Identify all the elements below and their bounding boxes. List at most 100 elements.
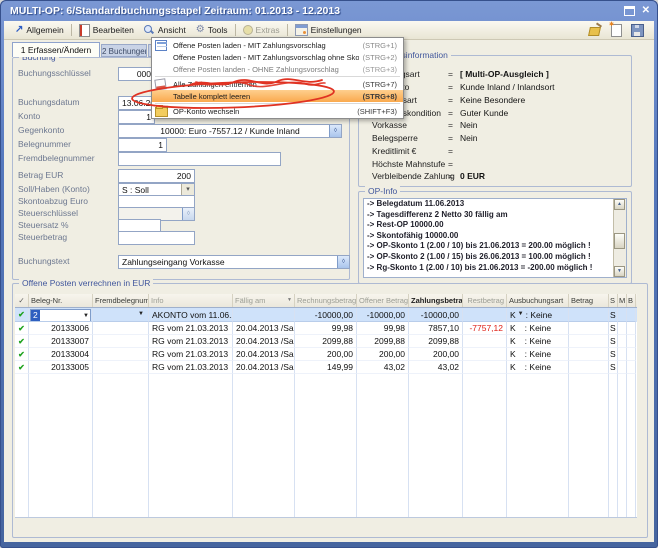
- sort-desc-icon[interactable]: ▼: [287, 294, 292, 307]
- cell-ausbuchungsart[interactable]: K▼: Keine: [507, 308, 569, 322]
- menu-item-op-konto-wechseln[interactable]: OP-Konto wechseln (SHIFT+F3): [152, 105, 403, 117]
- restore-icon[interactable]: [624, 6, 635, 16]
- cell-restbetrag[interactable]: -7757,12: [463, 322, 507, 335]
- cell-rechnungsbetrag[interactable]: 200,00: [295, 348, 357, 361]
- cell-s[interactable]: S: [609, 322, 618, 335]
- buchungsschluessel-field[interactable]: 000: [118, 67, 155, 81]
- cell-zahlungsbetrag[interactable]: -10000,00: [409, 308, 463, 322]
- table-row[interactable]: ✔ 20133007 RG vom 21.03.2013 20.04.2013 …: [15, 335, 637, 348]
- cell-offener-betrag[interactable]: -10000,00: [357, 308, 409, 322]
- cell-fremdbeleg[interactable]: [93, 361, 149, 374]
- menu-item-op-laden-ohne-skonto[interactable]: Offene Posten laden - MIT Zahlungsvorsch…: [152, 51, 403, 63]
- column-header-b[interactable]: B: [627, 294, 636, 307]
- cell-restbetrag[interactable]: [463, 348, 507, 361]
- menu-item-op-laden-mit[interactable]: Offene Posten laden - MIT Zahlungsvorsch…: [152, 39, 403, 51]
- cell-offener-betrag[interactable]: 43,02: [357, 361, 409, 374]
- cell-zahlungsbetrag[interactable]: 43,02: [409, 361, 463, 374]
- cell-m[interactable]: [618, 335, 627, 348]
- new-document-icon[interactable]: ✱: [611, 24, 622, 37]
- cell-offener-betrag[interactable]: 200,00: [357, 348, 409, 361]
- cell-b[interactable]: [627, 322, 636, 335]
- cell-restbetrag[interactable]: [463, 308, 507, 322]
- cell-info[interactable]: RG vom 21.03.2013: [149, 361, 233, 374]
- cell-beleg-editor[interactable]: 2▼: [29, 308, 93, 322]
- title-bar[interactable]: MULTI-OP: 6/Standardbuchungsstapel Zeitr…: [6, 2, 652, 20]
- column-header-offener-betrag[interactable]: Offener Betrag: [357, 294, 409, 307]
- cell-s[interactable]: S: [609, 361, 618, 374]
- menu-allgemein[interactable]: ↗ Allgemein: [10, 24, 69, 36]
- buchungstext-combo[interactable]: Zahlungseingang Vorkasse ◊: [118, 255, 350, 269]
- menu-ansicht[interactable]: Ansicht: [139, 24, 191, 37]
- betrag-field[interactable]: 200: [118, 169, 195, 183]
- cell-rechnungsbetrag[interactable]: 149,99: [295, 361, 357, 374]
- cell-fremdbeleg[interactable]: [93, 348, 149, 361]
- menu-item-tabelle-leeren[interactable]: Tabelle komplett leeren (STRG+8): [152, 90, 403, 102]
- table-row[interactable]: ✔ 20133005 RG vom 21.03.2013 20.04.2013 …: [15, 361, 637, 374]
- column-header-restbetrag[interactable]: Restbetrag: [463, 294, 507, 307]
- cell-b[interactable]: [627, 361, 636, 374]
- cell-beleg[interactable]: 20133005: [29, 361, 93, 374]
- konto-field[interactable]: 1: [118, 110, 155, 124]
- cell-rechnungsbetrag[interactable]: -10000,00: [295, 308, 357, 322]
- op-info-scrollbar[interactable]: ▲ ▼: [613, 199, 626, 277]
- cell-info[interactable]: RG vom 21.03.2013: [149, 322, 233, 335]
- cell-fremdbeleg[interactable]: [93, 335, 149, 348]
- menu-einstellungen[interactable]: Einstellungen: [290, 23, 367, 37]
- column-header-info[interactable]: Info: [149, 294, 233, 307]
- cell-offener-betrag[interactable]: 99,98: [357, 322, 409, 335]
- cell-m[interactable]: [618, 348, 627, 361]
- scroll-up-icon[interactable]: ▲: [614, 199, 625, 210]
- cell-beleg[interactable]: 20133007: [29, 335, 93, 348]
- menu-bearbeiten[interactable]: Bearbeiten: [74, 23, 139, 38]
- cell-faellig[interactable]: 20.04.2013 /Sa: [233, 335, 295, 348]
- column-header-zahlungsbetrag[interactable]: Zahlungsbetrag: [409, 294, 463, 307]
- row-check-icon[interactable]: ✔: [15, 348, 29, 361]
- table-row[interactable]: ✔ 20133006 RG vom 21.03.2013 20.04.2013 …: [15, 322, 637, 335]
- cell-ausbuchungsart[interactable]: K: Keine: [507, 335, 569, 348]
- cell-b[interactable]: [627, 335, 636, 348]
- broom-icon[interactable]: [589, 24, 602, 36]
- combo-button-icon[interactable]: ◊: [182, 208, 194, 220]
- cell-b[interactable]: [627, 348, 636, 361]
- gegenkonto-combo[interactable]: 10000: Euro -7557.12 / Kunde Inland ◊: [118, 124, 342, 138]
- cell-betrag[interactable]: [569, 308, 609, 322]
- cell-dropdown-icon[interactable]: ▼: [518, 308, 524, 321]
- cell-info[interactable]: RG vom 21.03.2013: [149, 335, 233, 348]
- cell-fremdbeleg[interactable]: [93, 322, 149, 335]
- check-column-header[interactable]: ✓: [15, 294, 29, 307]
- cell-betrag[interactable]: [569, 361, 609, 374]
- cell-faellig[interactable]: [233, 308, 295, 322]
- cell-s[interactable]: S: [609, 308, 618, 322]
- belegnummer-field[interactable]: 1: [118, 138, 167, 152]
- op-info-list[interactable]: -> Belegdatum 11.06.2013 -> Tagesdiffere…: [363, 198, 627, 278]
- cell-m[interactable]: [618, 308, 627, 322]
- table-row[interactable]: ✔ 20133004 RG vom 21.03.2013 20.04.2013 …: [15, 348, 637, 361]
- cell-zahlungsbetrag[interactable]: 2099,88: [409, 335, 463, 348]
- column-header-betrag[interactable]: Betrag: [569, 294, 609, 307]
- menu-item-zahlungen-entfernen[interactable]: Alle Zahlungen entfernen (STRG+7): [152, 78, 403, 90]
- fremdbelegnummer-field[interactable]: [118, 152, 281, 166]
- cell-betrag[interactable]: [569, 335, 609, 348]
- column-header-beleg[interactable]: Beleg-Nr.: [29, 294, 93, 307]
- cell-faellig[interactable]: 20.04.2013 /Sa: [233, 322, 295, 335]
- cell-offener-betrag[interactable]: 2099,88: [357, 335, 409, 348]
- cell-dropdown-icon[interactable]: ▼: [83, 310, 90, 322]
- cell-fremdbeleg[interactable]: ▼: [93, 308, 149, 322]
- column-header-ausbuchungsart[interactable]: Ausbuchungsart: [507, 294, 569, 307]
- cell-rechnungsbetrag[interactable]: 99,98: [295, 322, 357, 335]
- combo-button-icon[interactable]: ◊: [329, 125, 341, 137]
- cell-faellig[interactable]: 20.04.2013 /Sa: [233, 348, 295, 361]
- table-row-selected[interactable]: ✔ 2▼ ▼ AKONTO vom 11.06.201 -10000,00 -1…: [15, 308, 637, 322]
- cell-betrag[interactable]: [569, 348, 609, 361]
- cell-betrag[interactable]: [569, 322, 609, 335]
- row-check-icon[interactable]: ✔: [15, 308, 29, 322]
- cell-s[interactable]: S: [609, 348, 618, 361]
- row-check-icon[interactable]: ✔: [15, 361, 29, 374]
- menu-item-op-laden-ohne-vorschlag[interactable]: Offene Posten landen - OHNE Zahlungsvors…: [152, 63, 403, 75]
- column-header-m[interactable]: M: [618, 294, 627, 307]
- cell-s[interactable]: S: [609, 335, 618, 348]
- cell-beleg[interactable]: 20133004: [29, 348, 93, 361]
- cell-ausbuchungsart[interactable]: K: Keine: [507, 361, 569, 374]
- row-check-icon[interactable]: ✔: [15, 335, 29, 348]
- cell-zahlungsbetrag[interactable]: 200,00: [409, 348, 463, 361]
